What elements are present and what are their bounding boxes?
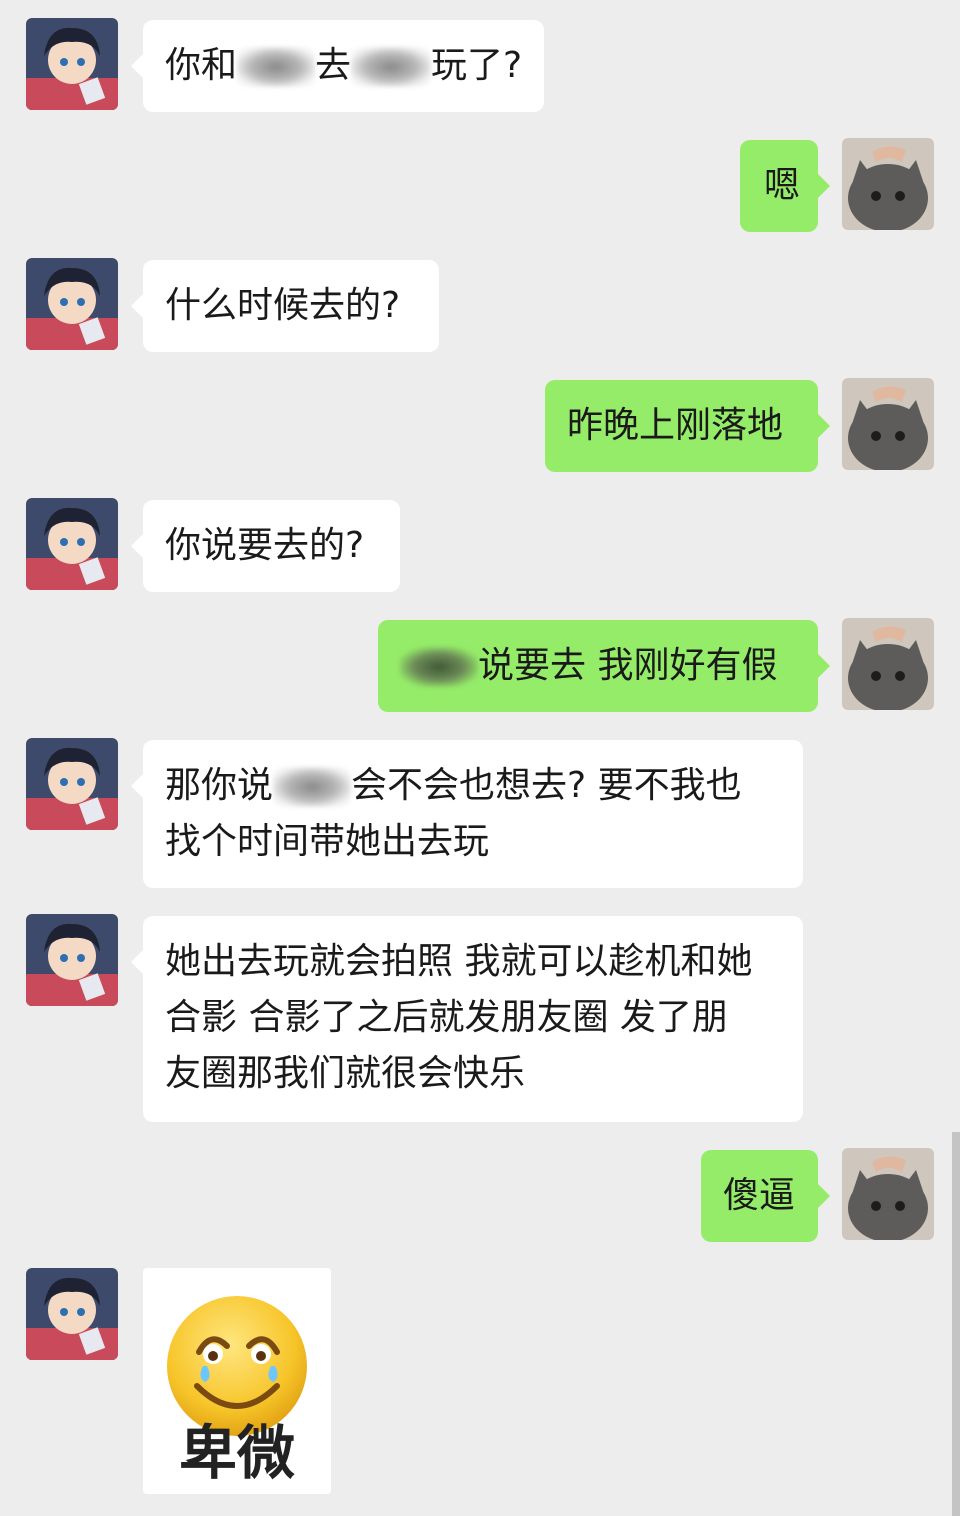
redacted-name bbox=[273, 767, 352, 807]
message-bubble[interactable]: 傻逼 bbox=[701, 1150, 830, 1242]
user-avatar[interactable] bbox=[842, 1148, 934, 1240]
message-line: 那你说 会不会也想去? 要不我也 bbox=[165, 758, 781, 814]
message-text: 会不会也想去? 要不我也 bbox=[351, 765, 742, 806]
contact-avatar[interactable] bbox=[26, 914, 118, 1006]
user-avatar[interactable] bbox=[842, 378, 934, 470]
sticker-message[interactable]: 卑微 bbox=[143, 1268, 331, 1494]
contact-avatar[interactable] bbox=[26, 1268, 118, 1360]
message-line: 友圈那我们就很会快乐 bbox=[165, 1053, 526, 1094]
redacted-name bbox=[400, 647, 478, 687]
message-text: 玩了? bbox=[431, 45, 523, 86]
contact-avatar[interactable] bbox=[26, 498, 118, 590]
message-bubble[interactable]: 那你说 会不会也想去? 要不我也 找个时间带她出去玩 bbox=[131, 740, 803, 888]
contact-avatar[interactable] bbox=[26, 738, 118, 830]
user-avatar[interactable] bbox=[842, 618, 934, 710]
sticker-caption: 卑微 bbox=[178, 1419, 295, 1487]
message-bubble[interactable]: 嗯 bbox=[740, 140, 830, 232]
message-bubble[interactable]: 你和 去 玩了? bbox=[130, 20, 545, 112]
message-bubble[interactable]: 说要去 我刚好有假 bbox=[378, 620, 830, 712]
user-avatar[interactable] bbox=[842, 138, 934, 230]
message-bubble[interactable]: 你说要去的? bbox=[131, 500, 400, 592]
message-bubble[interactable]: 什么时候去的? bbox=[131, 260, 439, 352]
message-text: 说要去 我刚好有假 bbox=[478, 645, 778, 686]
message-line: 她出去玩就会拍照 我就可以趁机和她 bbox=[165, 941, 753, 982]
contact-avatar[interactable] bbox=[26, 18, 118, 110]
message-bubble[interactable]: 昨晚上刚落地 bbox=[545, 380, 830, 472]
contact-avatar[interactable] bbox=[26, 258, 118, 350]
message-text: 你说要去的? bbox=[165, 525, 365, 566]
message-text: 那你说 bbox=[165, 765, 274, 806]
redacted-place bbox=[351, 47, 432, 87]
message-text: 嗯 bbox=[764, 165, 801, 206]
redacted-name bbox=[237, 47, 316, 87]
message-bubble[interactable]: 她出去玩就会拍照 我就可以趁机和她 合影 合影了之后就发朋友圈 发了朋 友圈那我… bbox=[131, 916, 803, 1122]
message-line: 找个时间带她出去玩 bbox=[165, 821, 490, 862]
message-text: 你和 bbox=[165, 45, 238, 86]
scrollbar[interactable] bbox=[952, 1132, 960, 1516]
message-text: 昨晚上刚落地 bbox=[567, 405, 784, 446]
message-line: 合影 合影了之后就发朋友圈 发了朋 bbox=[165, 997, 728, 1038]
message-text: 什么时候去的? bbox=[165, 285, 401, 326]
message-text: 傻逼 bbox=[723, 1175, 796, 1216]
message-text: 去 bbox=[315, 45, 352, 86]
